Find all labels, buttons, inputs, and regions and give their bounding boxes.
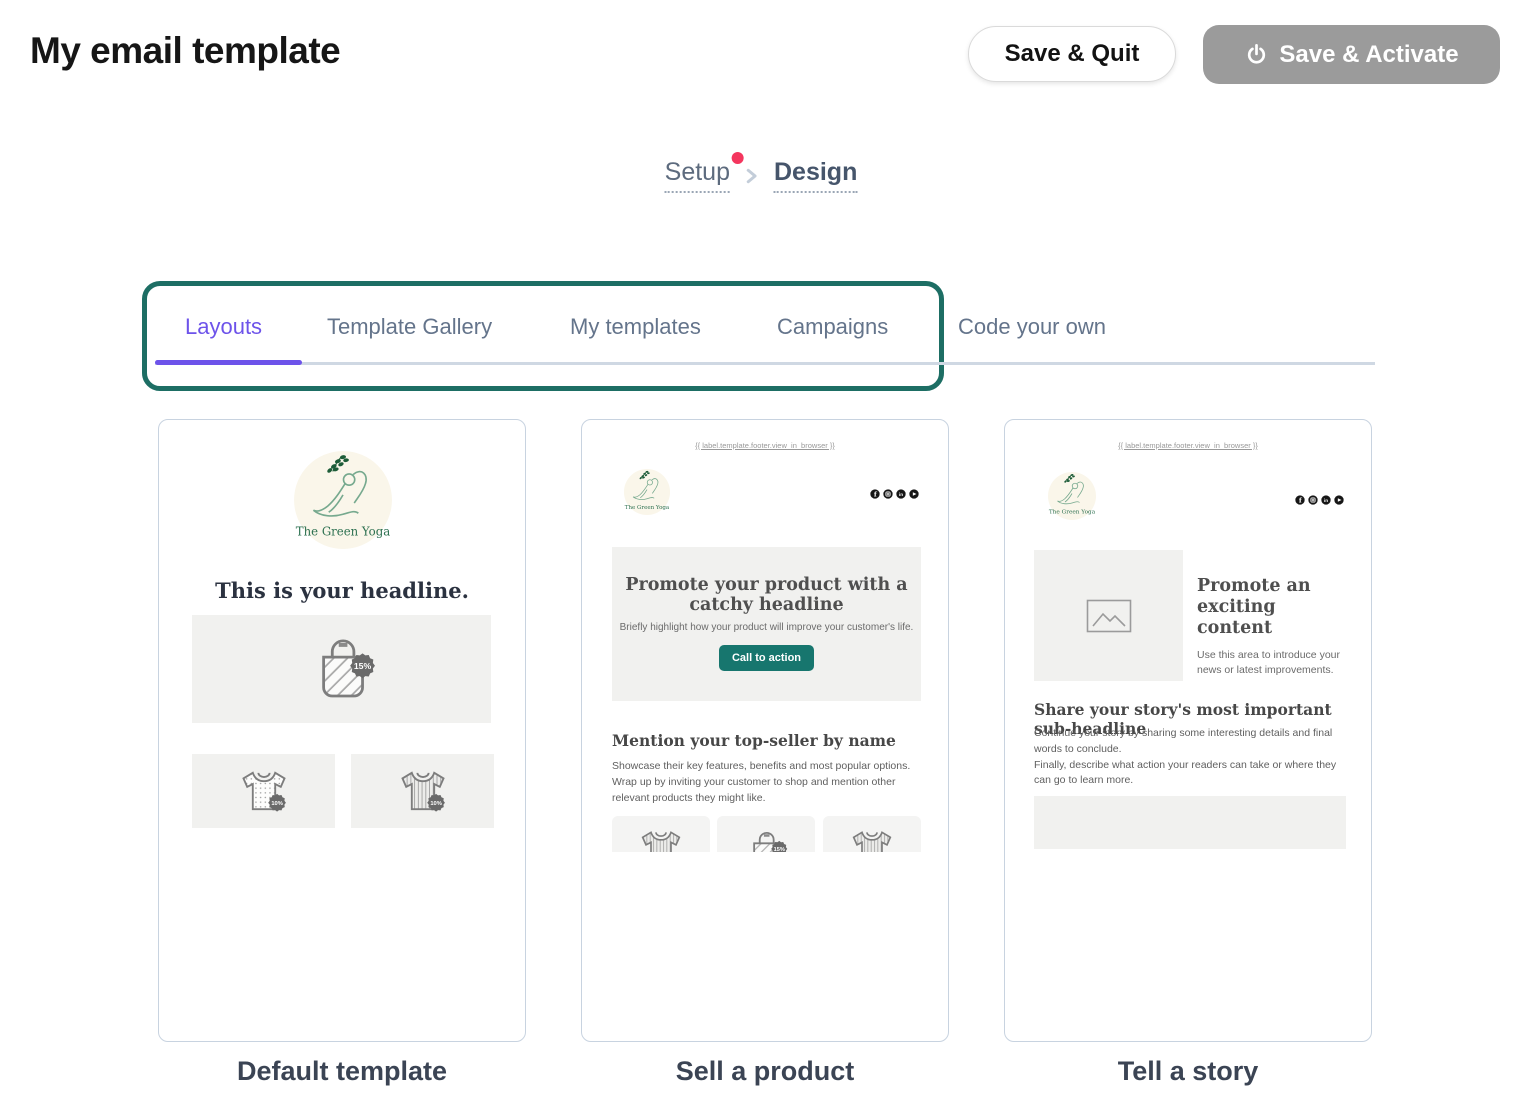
template-name-sell-a-product: Sell a product xyxy=(581,1056,949,1087)
breadcrumb-setup-link[interactable]: Setup xyxy=(665,158,730,193)
view-in-browser-link: {{ label.template.footer.view_in_browser… xyxy=(582,441,948,450)
tab-my-templates[interactable]: My templates xyxy=(570,314,701,340)
tab-campaigns[interactable]: Campaigns xyxy=(777,314,888,340)
email-preview-tell-a-story: {{ label.template.footer.view_in_browser… xyxy=(1005,420,1371,852)
breadcrumb: Setup Design xyxy=(665,158,858,193)
template-name-tell-a-story: Tell a story xyxy=(1004,1056,1372,1087)
product-thumb xyxy=(612,816,710,852)
instagram-icon xyxy=(883,489,893,499)
body-line: Finally, describe what action your reade… xyxy=(1034,758,1348,790)
power-icon xyxy=(1244,42,1269,67)
page-title: My email template xyxy=(30,30,340,72)
template-card-sell-a-product[interactable]: {{ label.template.footer.view_in_browser… xyxy=(581,419,949,1042)
footer-placeholder xyxy=(1034,796,1346,849)
brand-logo xyxy=(1047,471,1097,521)
facebook-icon xyxy=(1295,495,1305,505)
template-name-default: Default template xyxy=(158,1056,526,1087)
product-thumb xyxy=(717,816,815,852)
social-icons xyxy=(1295,495,1344,505)
tshirt-striped-icon xyxy=(636,828,686,852)
section-body: Showcase their key features, benefits an… xyxy=(612,759,924,806)
social-icons xyxy=(870,489,919,499)
story-headline: Promote an exciting content xyxy=(1197,576,1353,639)
active-tab-indicator xyxy=(155,360,302,365)
email-template-editor: My email template Save & Quit Save & Act… xyxy=(0,0,1522,1116)
tab-underline-track xyxy=(155,362,1375,365)
body-line: Wrap up by inviting your customer to sho… xyxy=(612,775,924,807)
linkedin-icon xyxy=(1321,495,1331,505)
breadcrumb-design-link[interactable]: Design xyxy=(774,158,857,193)
product-thumb xyxy=(823,816,921,852)
tab-code-your-own[interactable]: Code your own xyxy=(958,314,1106,340)
promo-subheadline: Briefly highlight how your product will … xyxy=(612,622,921,633)
save-activate-label: Save & Activate xyxy=(1279,41,1458,69)
shopping-bag-icon xyxy=(740,828,792,852)
shopping-bag-icon xyxy=(302,633,382,705)
story-intro: Use this area to introduce your news or … xyxy=(1197,648,1353,678)
save-quit-button[interactable]: Save & Quit xyxy=(968,26,1176,82)
story-intro-column: Promote an exciting content Use this are… xyxy=(1197,576,1353,678)
section-title: Mention your top-seller by name xyxy=(612,731,896,750)
section-body: Continue your story by sharing some inte… xyxy=(1034,726,1348,789)
tshirt-striped-icon xyxy=(847,828,897,852)
linkedin-icon xyxy=(896,489,906,499)
tshirt-striped-icon xyxy=(395,768,451,815)
brand-logo xyxy=(292,449,394,551)
call-to-action-button: Call to action xyxy=(719,645,814,671)
promo-headline: Promote your product with a catchy headl… xyxy=(617,575,917,615)
view-in-browser-link: {{ label.template.footer.view_in_browser… xyxy=(1005,441,1371,450)
image-placeholder-box xyxy=(1034,550,1183,681)
body-line: Continue your story by sharing some inte… xyxy=(1034,726,1348,758)
chevron-right-icon xyxy=(746,168,758,184)
instagram-icon xyxy=(1308,495,1318,505)
email-preview-sell-a-product: {{ label.template.footer.view_in_browser… xyxy=(582,420,948,852)
tab-template-gallery[interactable]: Template Gallery xyxy=(327,314,492,340)
facebook-icon xyxy=(870,489,880,499)
youtube-icon xyxy=(909,489,919,499)
image-placeholder-icon xyxy=(1086,599,1132,633)
product-image-placeholder xyxy=(192,754,335,828)
tab-layouts[interactable]: Layouts xyxy=(185,314,262,340)
save-quit-label: Save & Quit xyxy=(1005,40,1140,68)
promo-block: Promote your product with a catchy headl… xyxy=(612,547,921,701)
youtube-icon xyxy=(1334,495,1344,505)
save-activate-button[interactable]: Save & Activate xyxy=(1203,25,1500,84)
tshirt-dotted-icon xyxy=(236,768,292,815)
body-line: Showcase their key features, benefits an… xyxy=(612,759,924,775)
setup-label: Setup xyxy=(665,158,730,186)
preview-headline: This is your headline. xyxy=(159,578,525,603)
product-image-placeholder xyxy=(351,754,494,828)
hero-image-placeholder xyxy=(192,615,491,723)
brand-logo xyxy=(623,468,671,516)
notification-dot xyxy=(732,152,744,164)
template-card-default[interactable]: This is your headline. xyxy=(158,419,526,1042)
email-preview-default: This is your headline. xyxy=(159,420,525,852)
template-card-tell-a-story[interactable]: {{ label.template.footer.view_in_browser… xyxy=(1004,419,1372,1042)
